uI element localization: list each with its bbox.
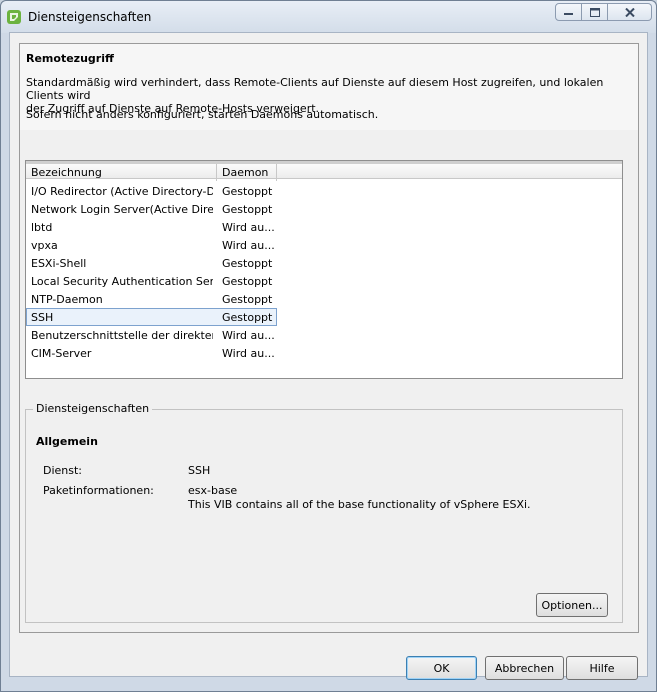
table-row[interactable]: ESXi-Shell Gestoppt <box>26 254 622 272</box>
service-name-cell: lbtd <box>31 221 53 234</box>
daemon-status-cell: Wird au... <box>222 221 274 234</box>
service-name-cell: Benutzerschnittstelle der direkten ... <box>31 329 213 342</box>
daemon-status-cell: Gestoppt <box>222 275 273 288</box>
window-controls <box>555 3 652 21</box>
table-row[interactable]: CIM-Server Wird au... <box>26 344 622 362</box>
window-title: Diensteigenschaften <box>28 10 152 24</box>
service-name-cell: vpxa <box>31 239 58 252</box>
remote-access-header: Remotezugriff Standardmäßig wird verhind… <box>20 44 638 130</box>
service-label: Dienst: <box>43 464 83 477</box>
daemon-status-cell: Wird au... <box>222 239 274 252</box>
table-row[interactable]: NTP-Daemon Gestoppt <box>26 290 622 308</box>
general-heading: Allgemein <box>36 435 98 448</box>
service-name-cell: Network Login Server(Active Direc... <box>31 203 213 216</box>
content-frame: Remotezugriff Standardmäßig wird verhind… <box>19 43 639 633</box>
table-header: Bezeichnung Daemon <box>26 161 622 181</box>
cancel-button[interactable]: Abbrechen <box>485 656 564 680</box>
service-name-cell: CIM-Server <box>31 347 92 360</box>
help-button[interactable]: Hilfe <box>566 656 638 680</box>
vsphere-app-icon <box>7 10 21 24</box>
daemon-status-cell: Gestoppt <box>222 257 273 270</box>
options-button[interactable]: Optionen... <box>536 593 608 617</box>
restore-icon <box>589 7 600 17</box>
close-button[interactable] <box>608 3 652 21</box>
table-row[interactable]: I/O Redirector (Active Directory-Di... Ge… <box>26 182 622 200</box>
section-title: Remotezugriff <box>26 52 114 65</box>
daemon-status-cell: Wird au... <box>222 347 274 360</box>
table-row[interactable]: SSH Gestoppt <box>26 308 622 326</box>
table-row[interactable]: Network Login Server(Active Direc... Gest… <box>26 200 622 218</box>
group-label: Diensteigenschaften <box>33 402 153 415</box>
service-name-cell: NTP-Daemon <box>31 293 103 306</box>
column-header-daemon[interactable]: Daemon <box>217 164 277 181</box>
package-description: This VIB contains all of the base functi… <box>188 498 531 511</box>
ok-button[interactable]: OK <box>406 656 477 680</box>
service-name-cell: I/O Redirector (Active Directory-Di... <box>31 185 213 198</box>
service-name-cell: ESXi-Shell <box>31 257 87 270</box>
daemon-status-cell: Gestoppt <box>222 311 273 324</box>
service-name-cell: SSH <box>31 311 54 324</box>
package-name: esx-base <box>188 484 238 497</box>
table-row[interactable]: lbtd Wird au... <box>26 218 622 236</box>
dialog-client-area: Remotezugriff Standardmäßig wird verhind… <box>9 32 648 680</box>
table-row[interactable]: Local Security Authentication Serv... Ges… <box>26 272 622 290</box>
service-properties-group: Diensteigenschaften Allgemein Dienst: SS… <box>25 402 623 623</box>
dialog-window: Diensteigenschaften Remotezugriff Standa… <box>0 0 657 692</box>
daemon-note: Sofern nicht anders konfiguriert, starte… <box>26 108 379 121</box>
daemon-status-cell: Gestoppt <box>222 203 273 216</box>
service-name-cell: Local Security Authentication Serv... <box>31 275 213 288</box>
daemon-status-cell: Gestoppt <box>222 293 273 306</box>
column-header-name[interactable]: Bezeichnung <box>26 164 217 181</box>
table-row[interactable]: vpxa Wird au... <box>26 236 622 254</box>
close-icon <box>624 7 635 17</box>
daemon-status-cell: Gestoppt <box>222 185 273 198</box>
description-line-1: Standardmäßig wird verhindert, dass Remo… <box>26 76 604 102</box>
minimize-icon <box>564 13 573 15</box>
title-bar[interactable]: Diensteigenschaften <box>1 1 656 33</box>
service-value: SSH <box>188 464 211 477</box>
restore-button[interactable] <box>582 3 608 21</box>
table-row[interactable]: Benutzerschnittstelle der direkten ... Wi… <box>26 326 622 344</box>
daemon-status-cell: Wird au... <box>222 329 274 342</box>
minimize-button[interactable] <box>555 3 582 21</box>
services-table[interactable]: Bezeichnung Daemon I/O Redirector (Activ… <box>25 160 623 379</box>
package-info-label: Paketinformationen: <box>43 484 154 497</box>
